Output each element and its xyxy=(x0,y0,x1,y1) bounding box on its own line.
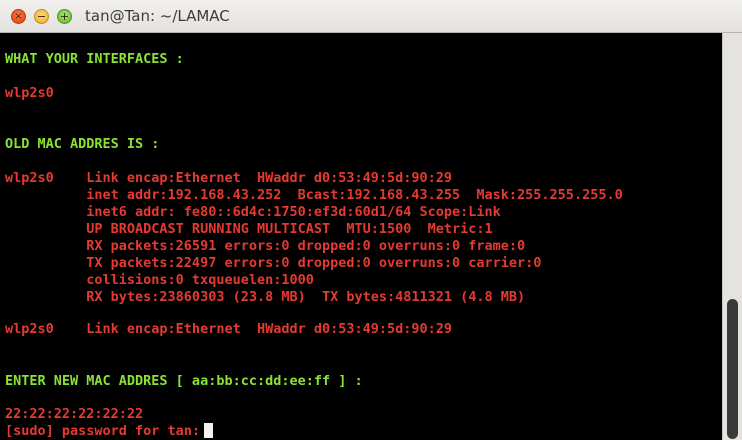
text-cursor xyxy=(204,423,214,438)
ifconfig-line-link-repeat: wlp2s0 Link encap:Ethernet HWaddr d0:53:… xyxy=(5,321,453,337)
close-button[interactable]: × xyxy=(11,9,26,24)
scrollbar-thumb[interactable] xyxy=(727,299,738,439)
minimize-icon: − xyxy=(36,10,47,23)
title-bar[interactable]: × − + tan@Tan: ~/LAMAC xyxy=(0,0,742,33)
maximize-icon: + xyxy=(59,10,70,23)
old-mac-heading-line: OLD MAC ADDRES IS : xyxy=(5,136,160,152)
ifconfig-line-bytes: RX bytes:23860303 (23.8 MB) TX bytes:481… xyxy=(5,289,526,305)
interfaces-prompt-line: WHAT YOUR INTERFACES : xyxy=(5,51,184,67)
maximize-button[interactable]: + xyxy=(57,9,72,24)
ifconfig-line-collisions: collisions:0 txqueuelen:1000 xyxy=(5,272,314,288)
vertical-scrollbar[interactable] xyxy=(722,33,742,440)
minimize-button[interactable]: − xyxy=(34,9,49,24)
sudo-password-prompt[interactable]: [sudo] password for tan: xyxy=(5,423,214,439)
close-icon: × xyxy=(14,10,23,22)
new-mac-prompt-line: ENTER NEW MAC ADDRES [ aa:bb:cc:dd:ee:ff… xyxy=(5,373,363,389)
ifconfig-line-inet6: inet6 addr: fe80::6d4c:1750:ef3d:60d1/64… xyxy=(5,204,501,220)
window-title: tan@Tan: ~/LAMAC xyxy=(85,7,230,25)
entered-mac-line: 22:22:22:22:22:22 xyxy=(5,406,144,422)
terminal-window: × − + tan@Tan: ~/LAMAC WHAT YOUR INTERFA… xyxy=(0,0,742,440)
ifconfig-line-link: wlp2s0 Link encap:Ethernet HWaddr d0:53:… xyxy=(5,170,453,186)
ifconfig-line-tx-packets: TX packets:22497 errors:0 dropped:0 over… xyxy=(5,255,542,271)
sudo-prompt-text: [sudo] password for tan: xyxy=(5,423,201,439)
ifconfig-line-inet: inet addr:192.168.43.252 Bcast:192.168.4… xyxy=(5,187,623,203)
interface-name-line: wlp2s0 xyxy=(5,85,54,101)
ifconfig-line-rx-packets: RX packets:26591 errors:0 dropped:0 over… xyxy=(5,238,526,254)
terminal-output[interactable]: WHAT YOUR INTERFACES : wlp2s0 OLD MAC AD… xyxy=(0,33,722,440)
ifconfig-line-flags: UP BROADCAST RUNNING MULTICAST MTU:1500 … xyxy=(5,221,493,237)
